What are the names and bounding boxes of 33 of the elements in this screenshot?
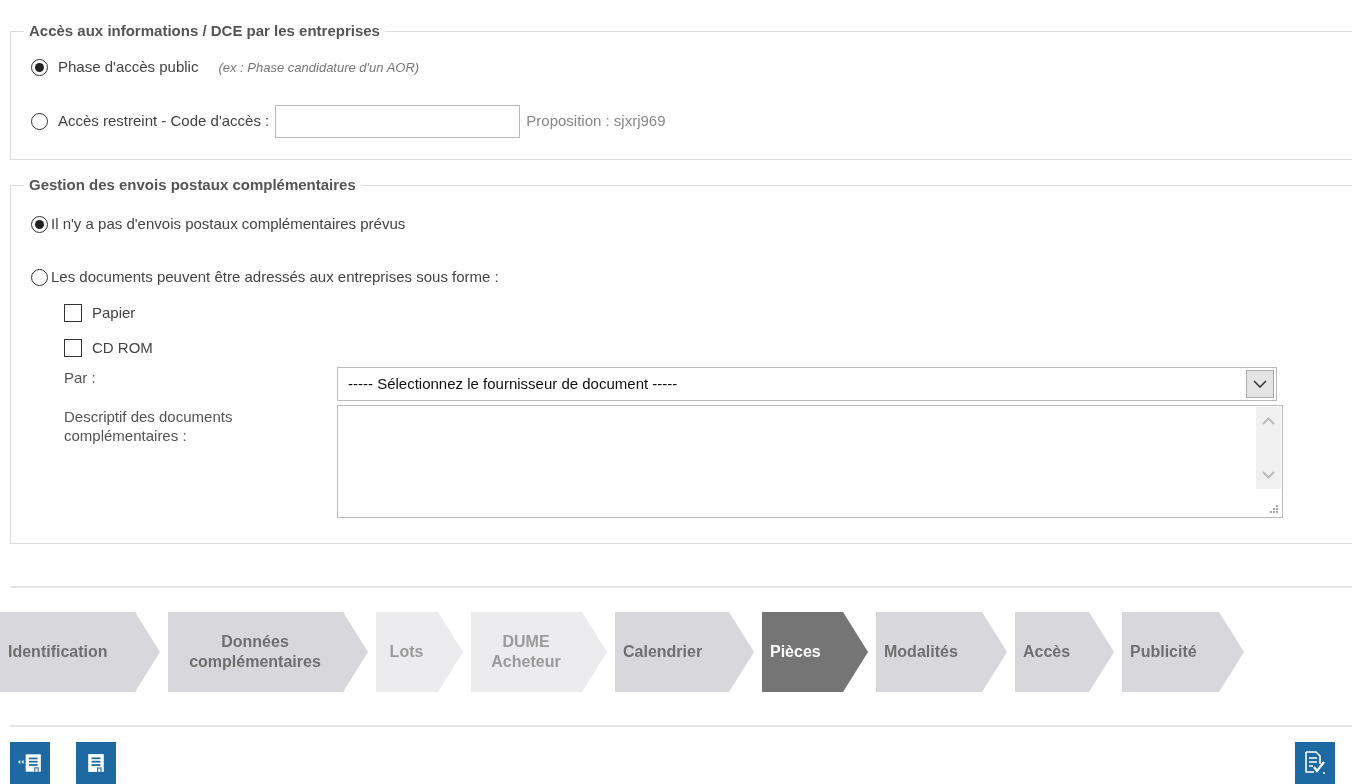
provider-dropdown[interactable]: ----- Sélectionnez le fournisseur de document ----- (337, 367, 1277, 401)
field-label: Descriptif des documents complémentaires : (64, 407, 234, 445)
option-label: Il n'y a pas d'envois postaux complémentaires prévus (51, 214, 406, 234)
proposal-text: Proposition : sjxrj969 (526, 111, 666, 132)
chevron-down-icon (1246, 370, 1274, 398)
document-check-icon (1302, 750, 1328, 776)
step-tab[interactable]: Publicité (1122, 612, 1244, 692)
step-tab[interactable]: Pièces (762, 612, 868, 692)
step-tab[interactable]: Accès (1015, 612, 1114, 692)
step-tab[interactable]: Données complémentaires (168, 612, 368, 692)
checkbox-label: CD ROM (92, 338, 153, 358)
checkbox[interactable] (64, 339, 82, 358)
input-field[interactable] (275, 105, 521, 138)
save-back-button[interactable] (10, 742, 50, 784)
option-label: Les documents peuvent être adressés aux entreprises sous forme : (51, 267, 499, 287)
radio-button[interactable] (31, 113, 48, 130)
checkbox-label: Papier (92, 303, 136, 323)
option-label: Phase d'accès public (58, 57, 199, 77)
radio-button[interactable] (31, 268, 48, 286)
checkbox[interactable] (64, 304, 82, 323)
radio-button[interactable] (31, 215, 48, 233)
step-tab[interactable]: Calendrier (615, 612, 754, 692)
hint-text: (ex : Phase candidature d'un AOR) (218, 58, 420, 77)
document-icon (86, 753, 106, 773)
step-tab[interactable]: Modalités (876, 612, 1007, 692)
field-label: Par : (64, 368, 96, 388)
validate-button[interactable] (1295, 742, 1335, 784)
save-button[interactable] (76, 742, 116, 784)
step-tab[interactable]: Identification (0, 612, 160, 692)
document-icon (17, 753, 43, 773)
resize-grip-icon (1269, 504, 1279, 514)
radio-button[interactable] (31, 58, 48, 76)
option-label: Accès restreint - Code d'accès : (58, 111, 270, 132)
